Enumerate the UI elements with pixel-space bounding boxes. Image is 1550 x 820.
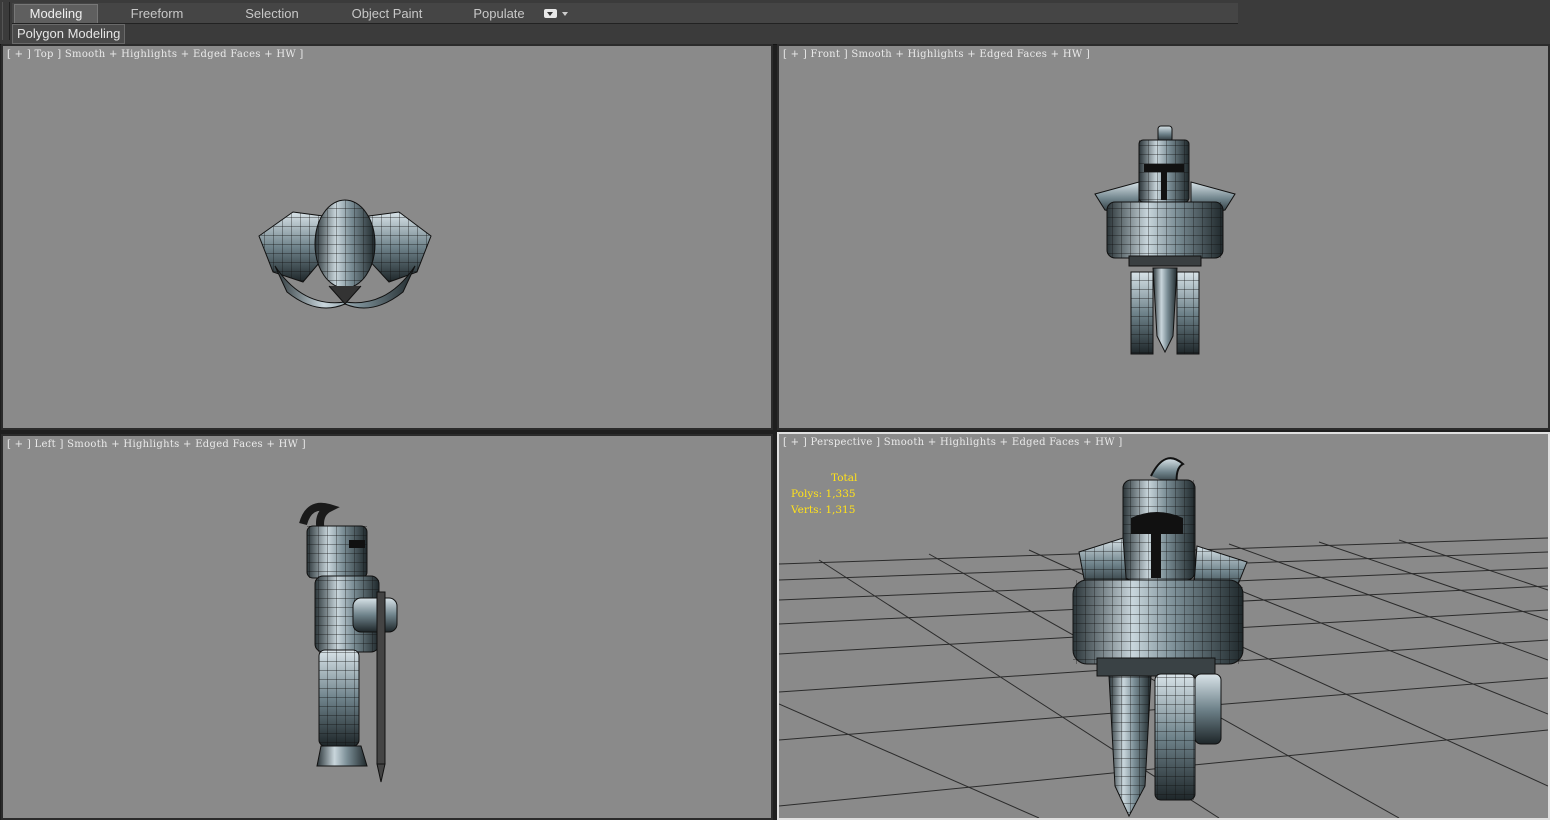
viewport-perspective[interactable]: [ + ] Perspective ] Smooth + Highlights … bbox=[777, 432, 1550, 820]
viewport-left[interactable]: [ + ] Left ] Smooth + Highlights + Edged… bbox=[1, 434, 773, 820]
polygon-modeling-panel-button[interactable]: Polygon Modeling bbox=[12, 24, 126, 44]
tab-populate[interactable]: Populate bbox=[448, 5, 550, 23]
stats-verts: Verts: 1,315 bbox=[791, 504, 856, 516]
scene-statistics: Total Polys: 1,335 Verts: 1,315 bbox=[791, 470, 857, 518]
tab-selection[interactable]: Selection bbox=[222, 5, 322, 23]
stats-title: Total bbox=[831, 472, 858, 484]
viewport-front[interactable]: [ + ] Front ] Smooth + Highlights + Edge… bbox=[777, 44, 1550, 430]
ribbon: Modeling Freeform Selection Object Paint… bbox=[0, 0, 1550, 45]
viewport-label-perspective[interactable]: [ + ] Perspective ] Smooth + Highlights … bbox=[783, 437, 1123, 448]
tab-modeling[interactable]: Modeling bbox=[14, 4, 98, 23]
viewport-top[interactable]: [ + ] Top ] Smooth + Highlights + Edged … bbox=[1, 44, 773, 430]
knight-model-front-view bbox=[1094, 125, 1236, 355]
stats-polys: Polys: 1,335 bbox=[791, 488, 856, 500]
ribbon-tab-strip: Modeling Freeform Selection Object Paint… bbox=[12, 3, 1238, 24]
viewport-label-front[interactable]: [ + ] Front ] Smooth + Highlights + Edge… bbox=[783, 49, 1090, 60]
knight-model-top-view bbox=[258, 199, 432, 309]
viewport-label-top[interactable]: [ + ] Top ] Smooth + Highlights + Edged … bbox=[7, 49, 304, 60]
perspective-grid-and-model bbox=[779, 457, 1548, 818]
dropdown-options-icon bbox=[544, 9, 557, 18]
tab-freeform[interactable]: Freeform bbox=[116, 5, 198, 23]
tab-object-paint[interactable]: Object Paint bbox=[330, 5, 444, 23]
ribbon-grip-handle[interactable] bbox=[2, 2, 10, 40]
knight-model-left-view bbox=[299, 502, 398, 783]
ribbon-options-dropdown[interactable] bbox=[544, 7, 570, 21]
chevron-down-icon bbox=[562, 12, 568, 16]
viewport-label-left[interactable]: [ + ] Left ] Smooth + Highlights + Edged… bbox=[7, 439, 306, 450]
